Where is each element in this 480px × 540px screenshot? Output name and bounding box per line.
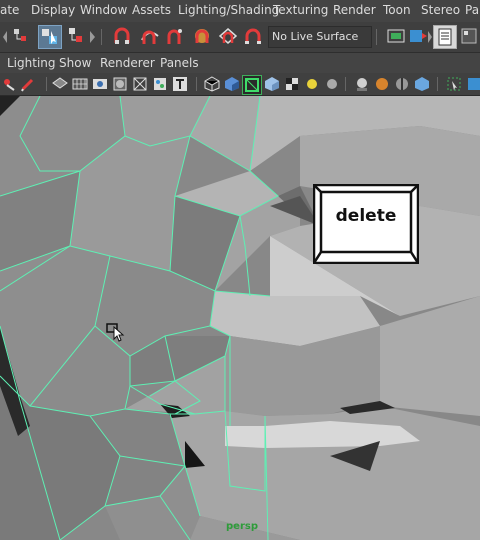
panel-menu-renderer[interactable]: Renderer bbox=[100, 56, 155, 70]
main-menubar: ate Display Window Assets Lighting/Shadi… bbox=[0, 0, 480, 23]
panel-toolbar bbox=[0, 73, 480, 96]
high-quality-icon[interactable] bbox=[354, 76, 370, 92]
lighting-icon[interactable] bbox=[304, 76, 320, 92]
attribute-editor-button[interactable] bbox=[433, 25, 457, 49]
mouse-cursor-icon bbox=[106, 323, 125, 342]
smooth-shade-cube-icon[interactable] bbox=[224, 76, 240, 92]
status-line-toolbar: No Live Surface bbox=[0, 22, 480, 53]
render-view-icon[interactable] bbox=[386, 26, 406, 46]
select-object-button[interactable] bbox=[38, 25, 62, 49]
menu-create[interactable]: ate bbox=[0, 3, 19, 17]
separator-icon bbox=[46, 77, 47, 91]
text-icon[interactable] bbox=[172, 76, 188, 92]
wireframe-on-shaded-icon bbox=[245, 78, 259, 92]
wireframe-cube-icon[interactable] bbox=[204, 76, 220, 92]
render-frame-icon[interactable] bbox=[408, 26, 428, 46]
panel-menu-lighting[interactable]: Lighting bbox=[7, 56, 56, 70]
separator-icon bbox=[345, 77, 346, 91]
textured-icon[interactable] bbox=[284, 76, 300, 92]
snap-grid-icon[interactable] bbox=[113, 26, 133, 46]
menu-texturing[interactable]: Texturing bbox=[273, 3, 328, 17]
select-hierarchy-icon[interactable] bbox=[12, 26, 32, 46]
panel-menu-show[interactable]: Show bbox=[59, 56, 91, 70]
make-live-icon[interactable] bbox=[243, 26, 263, 46]
anti-aliasing-icon[interactable] bbox=[414, 76, 430, 92]
grid-icon[interactable] bbox=[72, 76, 88, 92]
pencil-icon[interactable] bbox=[20, 76, 36, 92]
chevron-right-icon[interactable] bbox=[88, 27, 96, 47]
isolate-select-icon[interactable] bbox=[446, 76, 462, 92]
select-object-icon bbox=[42, 29, 57, 44]
face-mesh bbox=[0, 96, 480, 540]
select-component-icon[interactable] bbox=[66, 26, 86, 46]
menu-lighting-shading[interactable]: Lighting/Shading bbox=[178, 3, 279, 17]
menu-display[interactable]: Display bbox=[31, 3, 75, 17]
channel-box-icon[interactable] bbox=[459, 26, 479, 46]
separator-icon bbox=[437, 77, 438, 91]
delete-key-label: delete bbox=[335, 206, 397, 226]
menu-toon[interactable]: Toon bbox=[383, 3, 411, 17]
snap-view-plane-icon[interactable] bbox=[192, 26, 212, 46]
resolution-gate-icon[interactable] bbox=[132, 76, 148, 92]
chevron-left-icon[interactable] bbox=[2, 27, 8, 47]
menu-window[interactable]: Window bbox=[80, 3, 127, 17]
menu-panels-truncated[interactable]: Pa bbox=[465, 3, 479, 17]
panel-menu-panels[interactable]: Panels bbox=[160, 56, 199, 70]
shadows-icon[interactable] bbox=[324, 76, 340, 92]
ambient-occlusion-icon[interactable] bbox=[374, 76, 390, 92]
xray-icon[interactable] bbox=[466, 76, 480, 92]
attribute-editor-icon bbox=[438, 28, 452, 46]
default-material-icon[interactable] bbox=[264, 76, 280, 92]
menu-assets[interactable]: Assets bbox=[132, 3, 171, 17]
live-surface-field[interactable]: No Live Surface bbox=[268, 26, 372, 48]
viewport-persp[interactable]: delete persp bbox=[0, 96, 480, 540]
wireframe-on-shaded-button[interactable] bbox=[242, 75, 262, 95]
menu-render[interactable]: Render bbox=[333, 3, 376, 17]
motion-blur-icon[interactable] bbox=[394, 76, 410, 92]
separator-icon bbox=[101, 29, 102, 45]
live-surface-label: No Live Surface bbox=[272, 30, 359, 43]
separator-icon bbox=[196, 77, 197, 91]
snap-curve-icon[interactable] bbox=[140, 26, 160, 46]
shaded-wireframe-icon[interactable] bbox=[52, 76, 68, 92]
film-gate-icon[interactable] bbox=[112, 76, 128, 92]
camera-label: persp bbox=[226, 521, 258, 532]
delete-key-overlay: delete bbox=[312, 183, 420, 265]
camera-attributes-icon[interactable] bbox=[92, 76, 108, 92]
snap-point-icon[interactable] bbox=[165, 26, 185, 46]
snap-live-surface-icon[interactable] bbox=[218, 26, 238, 46]
safe-action-icon[interactable] bbox=[152, 76, 168, 92]
panel-menubar: Lighting Show Renderer Panels bbox=[0, 53, 480, 73]
menu-stereo[interactable]: Stereo bbox=[421, 3, 460, 17]
separator-icon bbox=[376, 29, 377, 45]
camera-tool-icon[interactable] bbox=[2, 76, 18, 92]
